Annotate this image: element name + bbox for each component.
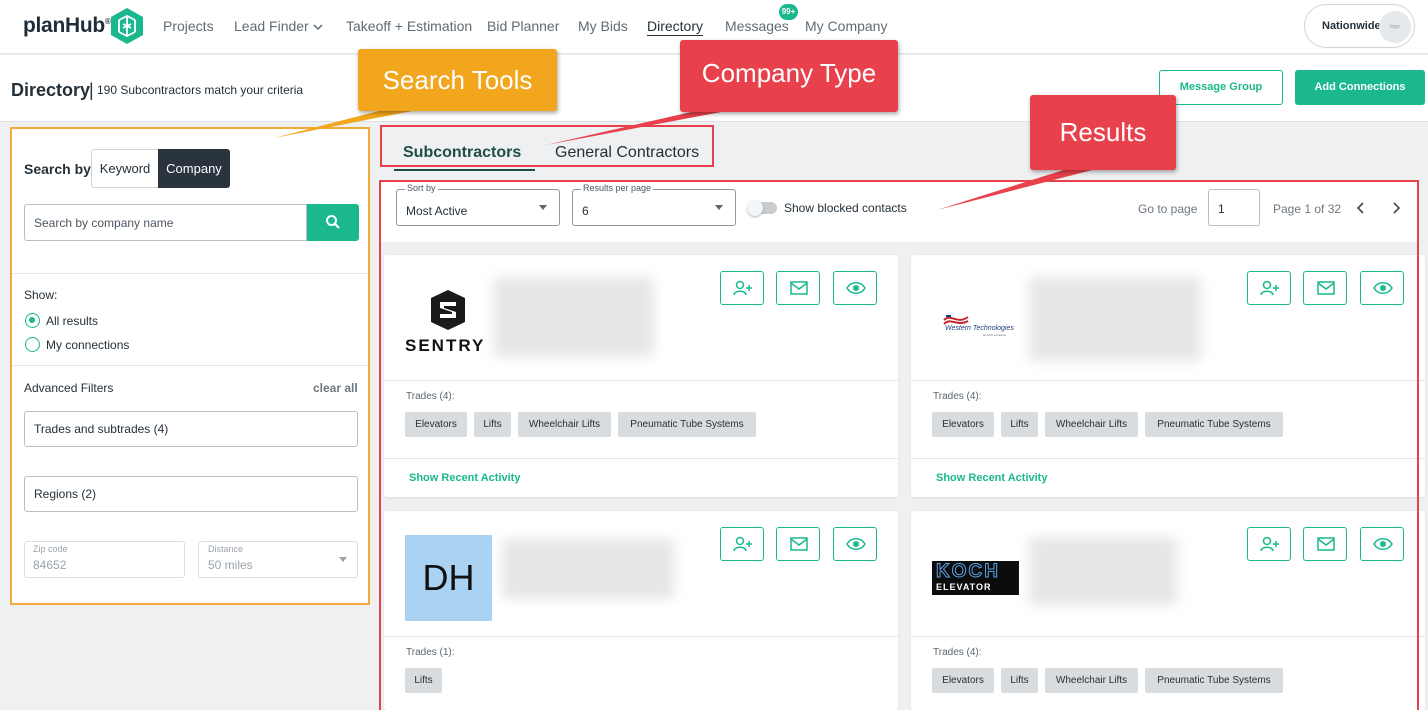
distance-select[interactable]: Distance 50 miles	[198, 541, 358, 578]
company-toggle[interactable]: Company	[158, 149, 230, 188]
message-group-button[interactable]: Message Group	[1159, 70, 1283, 105]
divider	[12, 365, 368, 366]
search-tools-callout: Search Tools	[358, 49, 557, 111]
my-connections-radio[interactable]	[25, 337, 40, 352]
my-connections-label: My connections	[46, 338, 130, 352]
account-name: Nationwide	[1322, 20, 1381, 32]
nav-my-company[interactable]: My Company	[805, 18, 887, 34]
add-connections-button[interactable]: Add Connections	[1295, 70, 1425, 105]
company-type-callout: Company Type	[680, 40, 898, 112]
company-type-highlight	[380, 125, 714, 167]
distance-value: 50 miles	[208, 558, 253, 572]
all-results-label: All results	[46, 314, 99, 328]
regions-filter[interactable]: Regions (2)	[24, 476, 358, 512]
active-tab-indicator	[394, 169, 535, 171]
search-icon	[326, 215, 340, 229]
all-results-radio[interactable]	[25, 313, 40, 328]
nav-takeoff[interactable]: Takeoff + Estimation	[346, 18, 472, 34]
nav-directory[interactable]: Directory	[647, 18, 703, 34]
search-button[interactable]	[307, 204, 359, 241]
search-by-label: Search by:	[24, 161, 96, 177]
planhub-logo[interactable]: planHub®	[23, 14, 111, 38]
show-label: Show:	[24, 288, 58, 302]
clear-all-link[interactable]: clear all	[313, 381, 358, 395]
planhub-logo-icon	[111, 8, 143, 44]
page-title: Directory	[11, 80, 91, 100]
result-count: 190 Subcontractors match your criteria	[97, 83, 304, 97]
chevron-down-icon	[313, 24, 323, 31]
nav-lead-finder[interactable]: Lead Finder	[234, 18, 323, 34]
zip-code-label: Zip code	[33, 544, 68, 554]
company-search-input[interactable]: Search by company name	[24, 204, 307, 241]
zip-code-value: 84652	[33, 558, 67, 572]
nav-projects[interactable]: Projects	[163, 18, 214, 34]
account-logo: logo	[1379, 11, 1411, 43]
messages-badge: 99+	[779, 4, 798, 20]
account-switcher[interactable]: Nationwide logo	[1304, 4, 1415, 48]
distance-label: Distance	[208, 544, 244, 554]
divider	[12, 273, 368, 274]
zip-code-field[interactable]: Zip code 84652	[24, 541, 185, 578]
results-callout: Results	[1030, 95, 1176, 170]
keyword-toggle[interactable]: Keyword	[91, 149, 159, 188]
nav-messages[interactable]: Messages	[725, 18, 789, 34]
title-separator: |	[89, 80, 94, 100]
advanced-filters-label: Advanced Filters	[24, 381, 114, 395]
chevron-down-icon	[339, 557, 347, 562]
nav-bid-planner[interactable]: Bid Planner	[487, 18, 559, 34]
results-highlight	[379, 180, 1419, 710]
trades-filter[interactable]: Trades and subtrades (4)	[24, 411, 358, 447]
search-sidebar: Search by: Keyword Company Search by com…	[10, 127, 370, 605]
nav-my-bids[interactable]: My Bids	[578, 18, 628, 34]
